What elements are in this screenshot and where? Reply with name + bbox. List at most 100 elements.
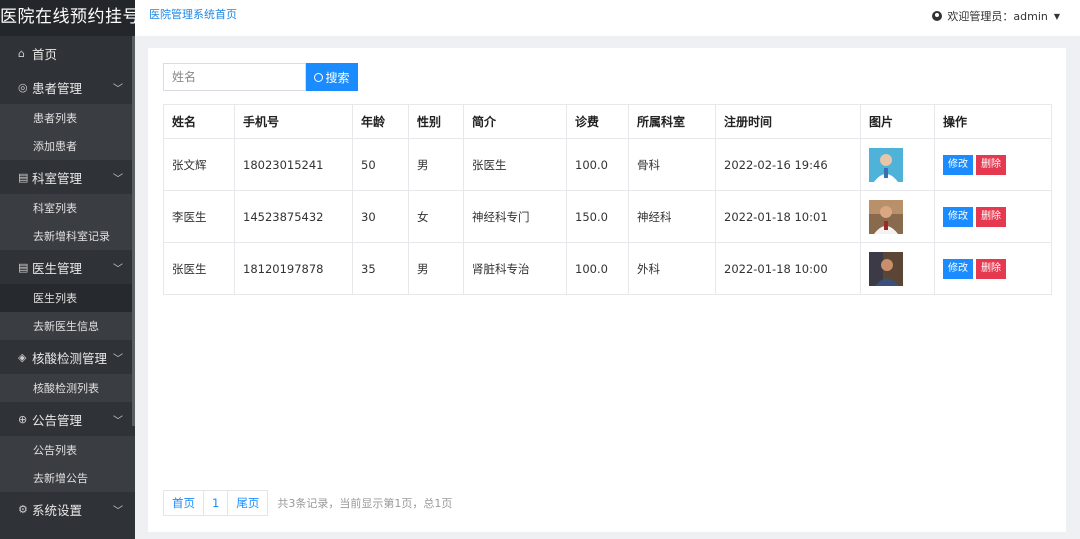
delete-button[interactable]: 删除	[976, 206, 1006, 227]
notice-icon: ⊕	[18, 412, 28, 426]
nav-nucleic-label: 核酸检测管理	[32, 350, 108, 366]
chevron-down-icon: ﹀	[113, 505, 123, 517]
user-welcome: 欢迎管理员：admin	[947, 10, 1048, 23]
col-header: 简介	[463, 104, 567, 139]
doctor-photo	[869, 147, 903, 182]
search-icon	[314, 72, 324, 82]
doctor-table: 姓名 手机号 年龄 性别 简介 诊费 所属科室 注册时间 图片 操作 张文辉 1…	[163, 104, 1052, 295]
breadcrumb[interactable]: 医院管理系统首页	[149, 6, 237, 22]
pagination: 首页 1 尾页 共3条记录，当前显示第1页，总1页	[163, 490, 452, 516]
gear-icon: ⚙	[18, 502, 28, 516]
col-header: 图片	[860, 104, 935, 139]
nav-settings-label: 系统设置	[32, 502, 83, 518]
delete-button[interactable]: 删除	[976, 258, 1006, 279]
cell-photo	[860, 242, 935, 295]
nav-doctor-list[interactable]: 医生列表	[0, 284, 135, 312]
page-first-link[interactable]: 首页	[163, 490, 204, 516]
sidebar: 医院在线预约挂号 ⌂ 首页 ◎ 患者管理 ﹀ 患者列表 添加患者 ▤ 科室管理 …	[0, 0, 135, 539]
col-header: 性别	[408, 104, 464, 139]
col-header: 诊费	[566, 104, 629, 139]
search-button[interactable]: 搜索	[306, 63, 358, 91]
nav-dept-label: 科室管理	[32, 170, 83, 186]
nav-doctor-add[interactable]: 去新医生信息	[0, 312, 135, 340]
delete-button[interactable]: 删除	[976, 154, 1006, 175]
cell-time: 2022-01-18 10:01	[715, 190, 861, 243]
nav-settings[interactable]: ⚙ 系统设置 ﹀	[0, 492, 135, 526]
col-header: 手机号	[234, 104, 353, 139]
page-info: 共3条记录，当前显示第1页，总1页	[277, 497, 453, 510]
nav-nucleic-list[interactable]: 核酸检测列表	[0, 374, 135, 402]
nav-notice-label: 公告管理	[32, 412, 83, 428]
document-icon: ▤	[18, 170, 29, 184]
nav-notice[interactable]: ⊕ 公告管理 ﹀	[0, 402, 135, 436]
cell-dept: 骨科	[628, 138, 716, 191]
nav-nucleic[interactable]: ◈ 核酸检测管理 ﹀	[0, 340, 135, 374]
cell-gender: 男	[408, 138, 464, 191]
cell-actions: 修改 删除	[934, 138, 1052, 191]
user-icon: ◎	[18, 80, 28, 94]
cell-intro: 张医生	[463, 138, 567, 191]
page-number-link[interactable]: 1	[203, 490, 229, 516]
nav-dept-add[interactable]: 去新增科室记录	[0, 222, 135, 250]
cell-phone: 14523875432	[234, 190, 353, 243]
app-title: 医院在线预约挂号	[0, 0, 135, 36]
col-header: 姓名	[163, 104, 235, 139]
cell-name: 张文辉	[163, 138, 235, 191]
table-row: 李医生 14523875432 30 女 神经科专门 150.0 神经科 202…	[163, 190, 1052, 243]
cell-age: 35	[352, 242, 409, 295]
edit-button[interactable]: 修改	[943, 154, 973, 175]
cell-dept: 外科	[628, 242, 716, 295]
edit-button[interactable]: 修改	[943, 258, 973, 279]
cell-actions: 修改 删除	[934, 190, 1052, 243]
avatar-icon	[932, 11, 943, 21]
page-last-link[interactable]: 尾页	[227, 490, 269, 516]
cell-time: 2022-01-18 10:00	[715, 242, 861, 295]
nav-patient-add[interactable]: 添加患者	[0, 132, 135, 160]
nav-doctor-label: 医生管理	[32, 260, 83, 276]
cell-time: 2022-02-16 19:46	[715, 138, 861, 191]
cell-gender: 女	[408, 190, 464, 243]
nav-dept-list[interactable]: 科室列表	[0, 194, 135, 222]
nav-dept[interactable]: ▤ 科室管理 ﹀	[0, 160, 135, 194]
cell-fee: 100.0	[566, 138, 629, 191]
document-icon: ▤	[18, 260, 29, 274]
cell-photo	[860, 190, 935, 243]
cell-age: 30	[352, 190, 409, 243]
home-icon: ⌂	[18, 46, 25, 60]
col-header: 所属科室	[628, 104, 716, 139]
cell-phone: 18120197878	[234, 242, 353, 295]
col-header: 年龄	[352, 104, 409, 139]
cell-gender: 男	[408, 242, 464, 295]
nav-doctor[interactable]: ▤ 医生管理 ﹀	[0, 250, 135, 284]
cell-intro: 肾脏科专治	[463, 242, 567, 295]
search-button-label: 搜索	[325, 70, 350, 85]
user-menu[interactable]: 欢迎管理员：admin ▼	[932, 8, 1060, 24]
edit-button[interactable]: 修改	[943, 206, 973, 227]
table-header-row: 姓名 手机号 年龄 性别 简介 诊费 所属科室 注册时间 图片 操作	[163, 104, 1052, 139]
nav-notice-add[interactable]: 去新增公告	[0, 464, 135, 492]
cell-name: 张医生	[163, 242, 235, 295]
content-panel: 搜索 姓名 手机号 年龄 性别 简介 诊费 所属科室 注册时间 图片 操作 张文…	[148, 48, 1066, 532]
table-row: 张文辉 18023015241 50 男 张医生 100.0 骨科 2022-0…	[163, 138, 1052, 191]
top-header: 医院管理系统首页 欢迎管理员：admin ▼	[135, 0, 1080, 36]
table-row: 张医生 18120197878 35 男 肾脏科专治 100.0 外科 2022…	[163, 242, 1052, 295]
cell-fee: 150.0	[566, 190, 629, 243]
nav-patient[interactable]: ◎ 患者管理 ﹀	[0, 70, 135, 104]
col-header: 操作	[934, 104, 1052, 139]
doctor-photo	[869, 251, 903, 286]
cell-actions: 修改 删除	[934, 242, 1052, 295]
cell-dept: 神经科	[628, 190, 716, 243]
nav-patient-label: 患者管理	[32, 80, 83, 96]
nav-patient-list[interactable]: 患者列表	[0, 104, 135, 132]
doctor-photo	[869, 199, 903, 234]
nav-home[interactable]: ⌂ 首页	[0, 36, 135, 70]
cell-intro: 神经科专门	[463, 190, 567, 243]
search-input[interactable]	[163, 63, 306, 91]
nav-notice-list[interactable]: 公告列表	[0, 436, 135, 464]
sidebar-scrollbar[interactable]	[132, 36, 135, 426]
cell-phone: 18023015241	[234, 138, 353, 191]
caret-down-icon: ▼	[1053, 11, 1060, 21]
cell-fee: 100.0	[566, 242, 629, 295]
cell-name: 李医生	[163, 190, 235, 243]
nav-home-label: 首页	[32, 46, 58, 62]
